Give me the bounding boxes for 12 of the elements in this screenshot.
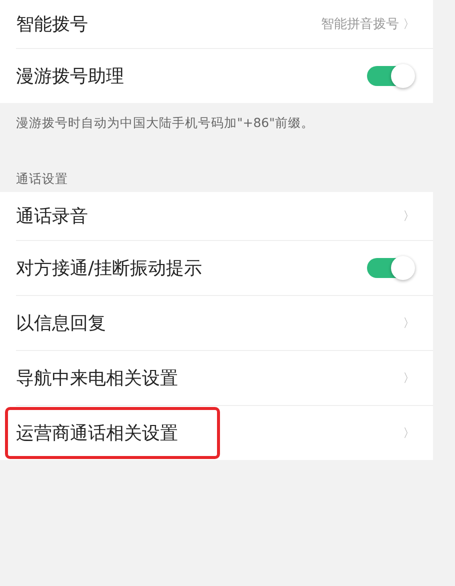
setting-label[interactable]: 通话录音 xyxy=(16,204,403,228)
toggle-switch[interactable] xyxy=(367,66,413,86)
setting-label[interactable]: 以信息回复 xyxy=(16,311,403,335)
setting-label[interactable]: 漫游拨号助理 xyxy=(16,64,367,88)
setting-label[interactable]: 导航中来电相关设置 xyxy=(16,366,403,390)
setting-label[interactable]: 智能拨号 xyxy=(16,12,321,36)
setting-label[interactable]: 对方接通/挂断振动提示 xyxy=(16,256,367,280)
section-header: 通话设置 xyxy=(15,170,69,188)
setting-label[interactable]: 运营商通话相关设置 xyxy=(16,421,403,445)
setting-value: 智能拼音拨号 xyxy=(321,16,399,33)
note-text: 漫游拨号时自动为中国大陆手机号码加"+86"前缀。 xyxy=(15,114,315,132)
toggle-switch[interactable] xyxy=(367,258,413,278)
